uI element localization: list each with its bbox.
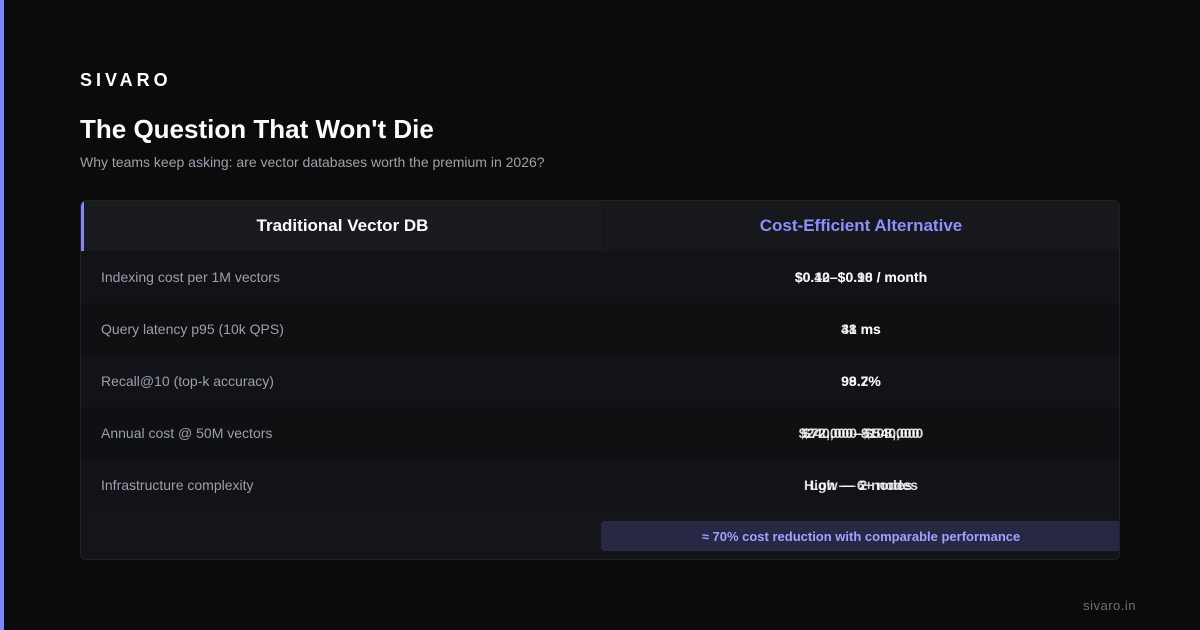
table-row: Annual cost @ 50M vectors $72,000–$108,0… — [81, 407, 1119, 459]
header-alternative: Cost-Efficient Alternative — [601, 201, 1119, 251]
row-label: Query latency p95 (10k QPS) — [101, 321, 284, 337]
table-row: Recall@10 (top-k accuracy) 99.2% 98.7% — [81, 355, 1119, 407]
table-row: Infrastructure complexity High — 6+ node… — [81, 459, 1119, 511]
page-subtitle: Why teams keep asking: are vector databa… — [80, 154, 545, 170]
row-value: $0.12–$0.18 / month $0.40–$0.90 / month — [601, 251, 1119, 303]
table-header: Traditional Vector DB Cost-Efficient Alt… — [81, 201, 1119, 251]
row-value: 99.2% 98.7% — [601, 355, 1119, 407]
row-label: Recall@10 (top-k accuracy) — [101, 373, 274, 389]
brand-logo: SIVARO — [80, 70, 172, 90]
table-row: Query latency p95 (10k QPS) 31 ms 48 ms — [81, 303, 1119, 355]
row-label: Indexing cost per 1M vectors — [101, 269, 280, 285]
comparison-table: Traditional Vector DB Cost-Efficient Alt… — [80, 200, 1120, 560]
row-value-b: 48 ms — [841, 321, 881, 337]
row-value: High — 6+ nodes Low — 2 nodes — [601, 459, 1119, 511]
site-url: sivaro.in — [1083, 598, 1136, 613]
row-label: Infrastructure complexity — [101, 477, 254, 493]
row-value-b: $240,000–$540,000 — [798, 425, 924, 441]
cost-reduction-badge: ≈ 70% cost reduction with comparable per… — [601, 521, 1119, 551]
table-row: Indexing cost per 1M vectors $0.12–$0.18… — [81, 251, 1119, 303]
row-label: Annual cost @ 50M vectors — [101, 425, 273, 441]
page: SIVARO The Question That Won't Die Why t… — [0, 0, 1200, 630]
row-value: $72,000–$108,000 $240,000–$540,000 — [601, 407, 1119, 459]
header-traditional: Traditional Vector DB — [81, 201, 601, 251]
table-footer: ≈ 70% cost reduction with comparable per… — [81, 511, 1119, 559]
page-title: The Question That Won't Die — [80, 114, 434, 144]
row-value-b: Low — 2 nodes — [809, 477, 913, 493]
row-value: 31 ms 48 ms — [601, 303, 1119, 355]
row-value-b: $0.40–$0.90 / month — [794, 269, 928, 285]
left-accent-bar — [0, 0, 4, 630]
row-value-b: 98.7% — [841, 373, 881, 389]
